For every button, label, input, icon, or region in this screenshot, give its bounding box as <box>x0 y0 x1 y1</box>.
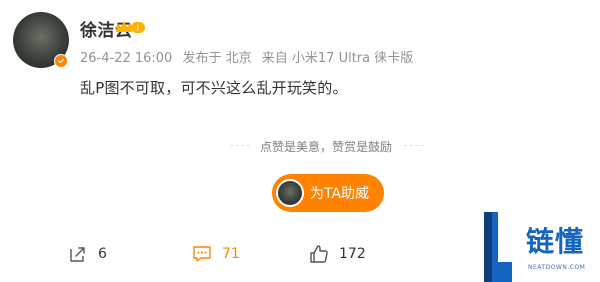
post-source[interactable]: 来自 小米17 Ultra 徕卡版 <box>262 51 413 66</box>
share-button[interactable]: 6 <box>68 244 107 264</box>
post-time[interactable]: 26-4-22 16:00 <box>80 51 172 66</box>
weibo-post-card: 徐洁云 I 26-4-22 16:00 发布于 北京 来自 小米17 Ultra… <box>0 0 600 282</box>
verified-check-icon <box>57 58 65 64</box>
share-icon <box>70 247 85 262</box>
post-location: 发布于 北京 <box>182 51 252 66</box>
watermark-title: 链懂 <box>526 225 585 258</box>
divider-line-left <box>230 145 250 147</box>
watermark-l-icon <box>484 212 512 282</box>
verified-badge-icon <box>54 54 68 68</box>
post-text: 乱P图不可取，可不兴这么乱开玩笑的。 <box>80 79 348 97</box>
divider-line-right <box>404 145 424 147</box>
reward-button-label: 为TA助威 <box>310 186 370 202</box>
reward-button[interactable]: 为TA助威 <box>272 174 384 212</box>
vip-label: I <box>137 24 140 34</box>
reward-divider-text: 点赞是美意，赞赏是鼓励 <box>260 140 393 154</box>
thumbs-up-icon <box>310 245 328 263</box>
comment-icon <box>193 246 211 262</box>
comment-count: 71 <box>222 246 240 262</box>
share-count: 6 <box>98 246 107 262</box>
watermark-logo: 链懂 NEATDOWN.COM <box>480 212 600 282</box>
watermark-subtitle: NEATDOWN.COM <box>528 264 586 271</box>
comment-button[interactable]: 71 <box>192 244 240 264</box>
post-meta: 26-4-22 16:00 发布于 北京 来自 小米17 Ultra 徕卡版 <box>80 47 419 66</box>
like-count: 172 <box>339 246 366 262</box>
like-button[interactable]: 172 <box>309 244 366 264</box>
vip-crown-icon[interactable]: I <box>114 18 150 36</box>
reward-avatar <box>276 179 304 207</box>
